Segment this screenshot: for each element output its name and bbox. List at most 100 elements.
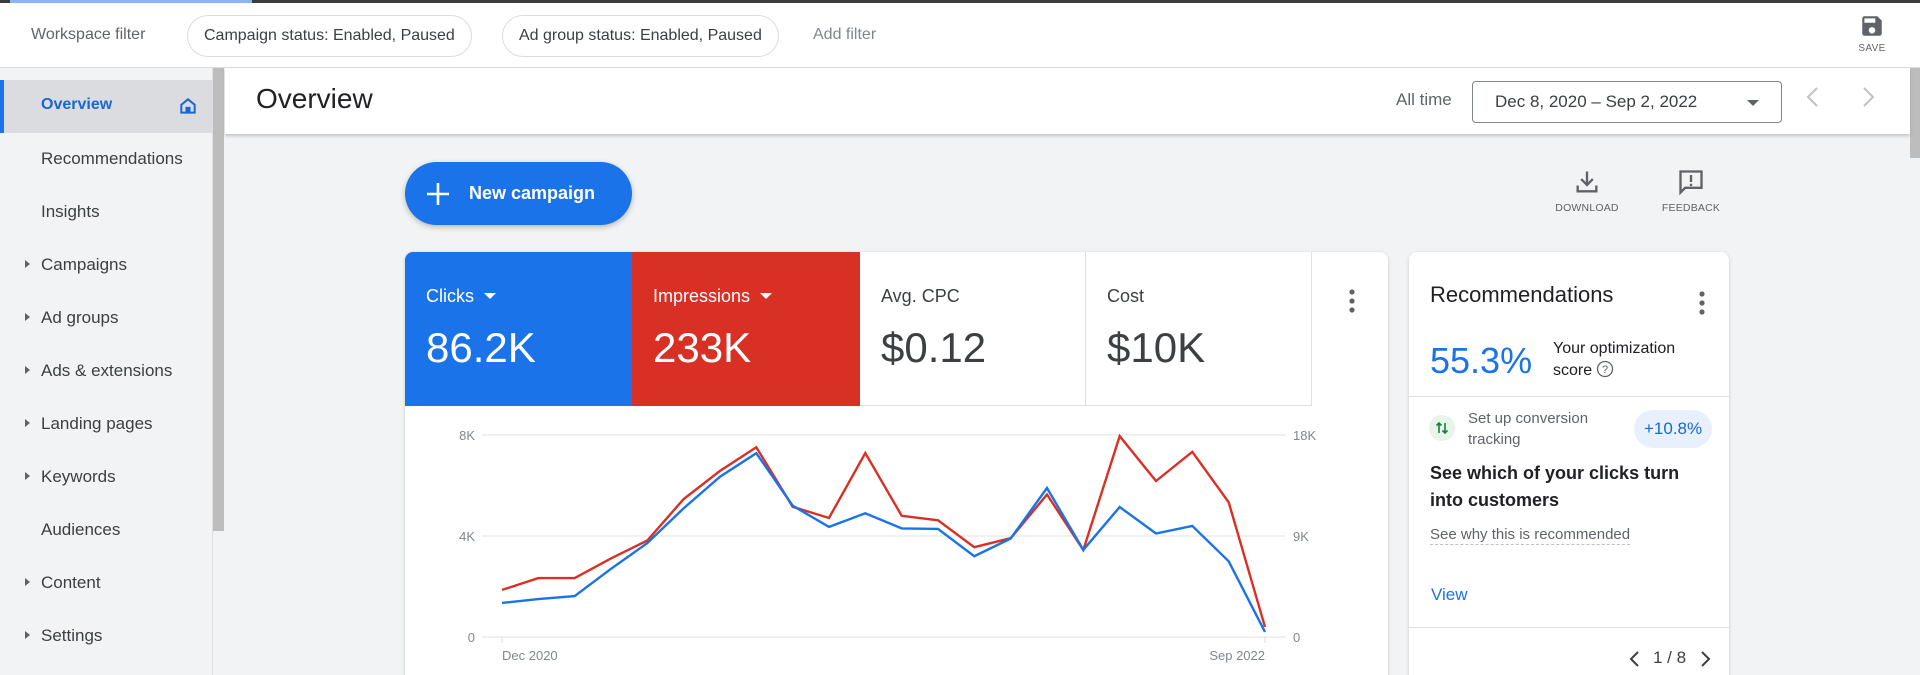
expand-caret-icon[interactable]	[25, 260, 30, 268]
sidebar-item-label: Campaigns	[41, 255, 127, 274]
dropdown-arrow-icon	[1747, 100, 1759, 106]
performance-chart: 0 0 4K 9K 8K 18K Dec 2020 Sep 2022	[459, 428, 1316, 663]
optimization-score: 55.3%	[1430, 340, 1533, 381]
sidebar-item-ad-groups[interactable]: Ad groups	[0, 292, 212, 345]
metric-tile-clicks[interactable]: Clicks 86.2K	[405, 252, 632, 406]
sidebar-item-label: Insights	[41, 202, 100, 221]
sidebar-item-insights[interactable]: Insights	[0, 186, 212, 239]
sidebar-item-label: Ads & extensions	[41, 361, 173, 380]
sidebar-item-label: Ad groups	[41, 308, 119, 327]
divider	[1409, 627, 1729, 628]
x-tick-label: Sep 2022	[1209, 648, 1265, 663]
more-options-icon[interactable]	[1342, 286, 1362, 316]
date-range-value: Dec 8, 2020 – Sep 2, 2022	[1495, 92, 1698, 111]
series-line-impressions	[501, 433, 1267, 628]
y-left-tick-label: 0	[468, 630, 475, 645]
sidebar-item-label: Overview	[41, 96, 113, 113]
metric-value: 233K	[653, 324, 752, 371]
y-left-tick-label: 4K	[459, 529, 475, 544]
sidebar-item-recommendations[interactable]: Recommendations	[0, 133, 212, 186]
sidebar-item-landing-pages[interactable]: Landing pages	[0, 398, 212, 451]
sidebar-item-audiences[interactable]: Audiences	[0, 504, 212, 557]
sidebar-item-content[interactable]: Content	[0, 557, 212, 610]
expand-caret-icon[interactable]	[25, 366, 30, 374]
recommendations-card: Recommendations 55.3% Your optimization …	[1409, 252, 1729, 675]
download-label: DOWNLOAD	[1555, 202, 1619, 214]
page-title: Overview	[256, 83, 373, 114]
save-label: SAVE	[1858, 43, 1886, 54]
add-filter-button[interactable]: Add filter	[813, 26, 876, 44]
new-campaign-label: New campaign	[469, 183, 596, 203]
sidebar-item-overview[interactable]: Overview	[0, 80, 212, 133]
home-icon	[180, 98, 196, 114]
metric-dropdown-icon	[484, 293, 496, 299]
expand-caret-icon[interactable]	[25, 472, 30, 480]
recommendation-headline: See which of your clicks turn into custo…	[1430, 463, 1680, 510]
expand-caret-icon[interactable]	[25, 313, 30, 321]
sidebar: Overview Recommendations Insights Campai…	[0, 68, 212, 675]
metric-label: Avg. CPC	[881, 286, 960, 306]
expand-caret-icon[interactable]	[25, 631, 30, 639]
plus-icon	[427, 183, 449, 205]
save-icon	[1862, 16, 1882, 36]
sidebar-item-label: Content	[41, 573, 101, 592]
help-icon[interactable]: ?	[1596, 360, 1614, 378]
y-left-tick-label: 8K	[459, 428, 475, 443]
sidebar-item-ads-extensions[interactable]: Ads & extensions	[0, 345, 212, 398]
filter-chip-ad-group-status[interactable]: Ad group status: Enabled, Paused	[502, 15, 779, 57]
svg-text:?: ?	[1602, 364, 1608, 376]
sidebar-item-settings[interactable]: Settings	[0, 610, 212, 663]
metric-label[interactable]: Impressions	[653, 286, 773, 307]
filter-chip-campaign-status[interactable]: Campaign status: Enabled, Paused	[187, 15, 472, 57]
download-icon	[1576, 171, 1598, 193]
new-campaign-button[interactable]: New campaign	[405, 162, 632, 225]
metric-tile-cost[interactable]: Cost $10K	[1086, 252, 1312, 406]
previous-period-icon[interactable]	[1798, 82, 1828, 112]
main-scrollbar-track[interactable]	[1910, 68, 1920, 675]
recommendations-title: Recommendations	[1430, 282, 1614, 307]
y-right-tick-label: 0	[1293, 630, 1300, 645]
metric-tile-avg-cpc[interactable]: Avg. CPC $0.12	[860, 252, 1086, 406]
y-right-tick-label: 18K	[1293, 428, 1316, 443]
feedback-label: FEEDBACK	[1661, 202, 1721, 214]
impact-badge: +10.8%	[1634, 410, 1713, 448]
view-recommendation-link[interactable]: View	[1431, 585, 1468, 605]
sidebar-item-label: Settings	[41, 626, 103, 645]
feedback-icon	[1679, 170, 1703, 196]
performance-card: Clicks 86.2K Impressions 233K Avg. CPC $…	[405, 252, 1388, 675]
sidebar-scrollbar-thumb[interactable]	[213, 68, 224, 531]
sidebar-item-label: Landing pages	[41, 414, 153, 433]
sidebar-item-label: Keywords	[41, 467, 116, 486]
next-page-icon[interactable]	[1699, 649, 1713, 669]
feedback-button[interactable]: FEEDBACK	[1651, 168, 1731, 214]
workspace-filter-label: Workspace filter	[31, 26, 146, 43]
series-line-clicks	[501, 451, 1267, 633]
metric-dropdown-icon	[760, 293, 773, 299]
metric-value: $10K	[1107, 324, 1206, 371]
recommendation-type: Set up conversion tracking	[1468, 410, 1589, 448]
next-period-icon[interactable]	[1853, 82, 1883, 112]
divider	[1409, 396, 1729, 397]
previous-page-icon[interactable]	[1627, 649, 1641, 669]
metric-label: Cost	[1107, 286, 1145, 306]
sidebar-item-keywords[interactable]: Keywords	[0, 451, 212, 504]
workspace-filter-bar: Workspace filter Campaign status: Enable…	[0, 3, 1920, 68]
metric-value: $0.12	[881, 324, 987, 371]
sidebar-item-label: Recommendations	[41, 149, 183, 168]
sidebar-item-campaigns[interactable]: Campaigns	[0, 239, 212, 292]
why-recommended-link[interactable]: See why this is recommended	[1430, 526, 1631, 545]
optimization-score-label: Your optimization score?	[1553, 340, 1676, 379]
download-button[interactable]: DOWNLOAD	[1547, 168, 1627, 214]
main-scrollbar-thumb[interactable]	[1910, 68, 1920, 158]
page-indicator: 1 / 8	[1653, 648, 1687, 667]
date-range-picker[interactable]: Dec 8, 2020 – Sep 2, 2022	[1472, 81, 1782, 123]
x-tick-label: Dec 2020	[502, 648, 558, 663]
save-button[interactable]: SAVE	[1850, 11, 1894, 67]
more-options-icon[interactable]	[1695, 288, 1709, 318]
sidebar-item-label: Audiences	[41, 520, 121, 539]
expand-caret-icon[interactable]	[25, 578, 30, 586]
conversion-tracking-icon	[1429, 415, 1455, 441]
metric-label[interactable]: Clicks	[426, 286, 496, 307]
expand-caret-icon[interactable]	[25, 419, 30, 427]
metric-tile-impressions[interactable]: Impressions 233K	[632, 252, 860, 406]
